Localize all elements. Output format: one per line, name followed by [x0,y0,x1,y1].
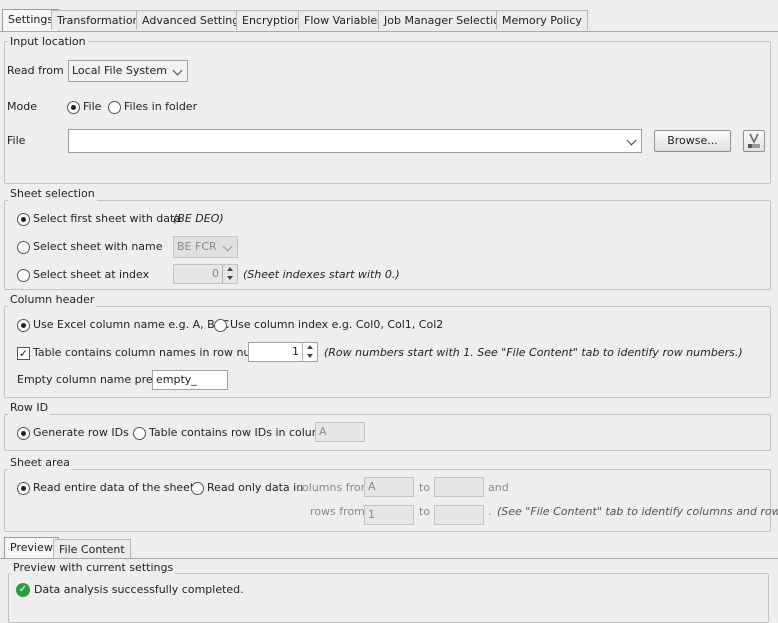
rows-from-input[interactable]: 1 [364,505,414,525]
row-id-legend: Row ID [8,401,51,415]
header-row-stepper[interactable]: 1 [248,342,318,362]
sheet-index-value: 0 [212,267,219,280]
chevron-down-icon [222,241,233,252]
columns-from-label: columns from [296,481,372,494]
tab-file-content[interactable]: File Content [53,539,131,559]
read-from-label: Read from [7,64,64,77]
mode-label: Mode [7,100,37,113]
preview-tab-divider [0,558,778,559]
spin-down-icon[interactable] [303,352,317,361]
chevron-down-icon [172,65,183,76]
columns-to-label: to [419,481,431,494]
and-label: and [488,481,509,494]
header-row-hint: (Row numbers start with 1. See "File Con… [324,346,743,359]
sheet-by-index-radio[interactable] [17,269,30,282]
rows-to-input[interactable] [434,505,484,525]
sheet-by-name-label: Select sheet with name [33,240,163,253]
read-entire-sheet-label: Read entire data of the sheet [33,481,195,494]
rows-to-label: to [419,505,431,518]
tab-flow-variables[interactable]: Flow Variables [298,10,389,30]
prefix-label: Empty column name prefix: [17,373,170,386]
success-check-icon: ✓ [16,583,30,597]
preview-group [8,573,769,623]
tab-memory-policy[interactable]: Memory Policy [496,10,588,30]
tab-job-manager-selection[interactable]: Job Manager Selection [378,10,513,30]
browse-button[interactable]: Browse... [654,130,731,152]
read-from-value: Local File System [72,64,167,77]
generate-row-ids-radio[interactable] [17,427,30,440]
row-id-column-input[interactable]: A [315,422,365,442]
row-ids-in-column-radio[interactable] [133,427,146,440]
chevron-down-icon [626,135,637,146]
sheet-area-hint: (See "File Content" tab to identify colu… [497,505,778,518]
sheet-index-spin-buttons[interactable] [222,265,237,283]
mode-folder-radio[interactable] [108,101,121,114]
preview-legend: Preview with current settings [11,561,176,575]
main-tab-bar: Settings Transformation Advanced Setting… [0,9,778,32]
tab-encryption[interactable]: Encryption [236,10,308,30]
columns-to-input[interactable] [434,477,484,497]
read-only-data-label: Read only data in [207,481,304,494]
tab-advanced-settings[interactable]: Advanced Settings [136,10,251,30]
first-sheet-radio[interactable] [17,213,30,226]
column-index-radio[interactable] [214,319,227,332]
input-location-legend: Input location [8,35,88,49]
sheet-by-name-radio[interactable] [17,241,30,254]
file-label: File [7,134,26,147]
mode-file-label: File [83,100,102,113]
sheet-name-value: BE FCR [177,240,217,253]
sheet-index-hint: (Sheet indexes start with 0.) [243,268,400,281]
spin-down-icon[interactable] [223,274,237,283]
sheet-selection-legend: Sheet selection [8,187,97,201]
tab-preview[interactable]: Preview [4,537,59,559]
column-names-row-checkbox[interactable]: ✓ [17,347,30,360]
flow-variable-icon [748,133,760,148]
mode-file-radio[interactable] [67,101,80,114]
column-header-legend: Column header [8,293,97,307]
first-sheet-hint: (BE DEO) [173,212,224,225]
sheet-name-dropdown[interactable]: BE FCR [173,236,238,258]
flow-variable-button[interactable] [743,130,765,152]
column-index-label: Use column index e.g. Col0, Col1, Col2 [230,318,444,331]
excel-column-name-label: Use Excel column name e.g. A, B, C [33,318,230,331]
tab-transformation[interactable]: Transformation [51,10,146,30]
first-sheet-label: Select first sheet with data [33,212,182,225]
mode-folder-label: Files in folder [124,100,198,113]
row-ids-in-column-label: Table contains row IDs in column [149,426,330,439]
column-names-row-label: Table contains column names in row numbe… [33,346,280,359]
generate-row-ids-label: Generate row IDs [33,426,129,439]
status-message: Data analysis successfully completed. [34,583,244,596]
spin-up-icon[interactable] [223,265,237,274]
columns-from-input[interactable]: A [364,477,414,497]
header-row-spin-buttons[interactable] [302,343,317,361]
read-only-data-radio[interactable] [191,482,204,495]
spin-up-icon[interactable] [303,343,317,352]
header-row-value: 1 [292,345,299,358]
sheet-by-index-label: Select sheet at index [33,268,150,281]
sentence-period: . [488,505,492,518]
tab-bar-divider [0,31,778,32]
read-from-dropdown[interactable]: Local File System [68,60,188,82]
rows-from-label: rows from [310,505,365,518]
excel-column-name-radio[interactable] [17,319,30,332]
sheet-index-stepper[interactable]: 0 [173,264,238,284]
prefix-input[interactable]: empty_ [152,370,228,390]
file-path-combobox[interactable] [68,129,642,153]
read-entire-sheet-radio[interactable] [17,482,30,495]
sheet-area-legend: Sheet area [8,456,72,470]
